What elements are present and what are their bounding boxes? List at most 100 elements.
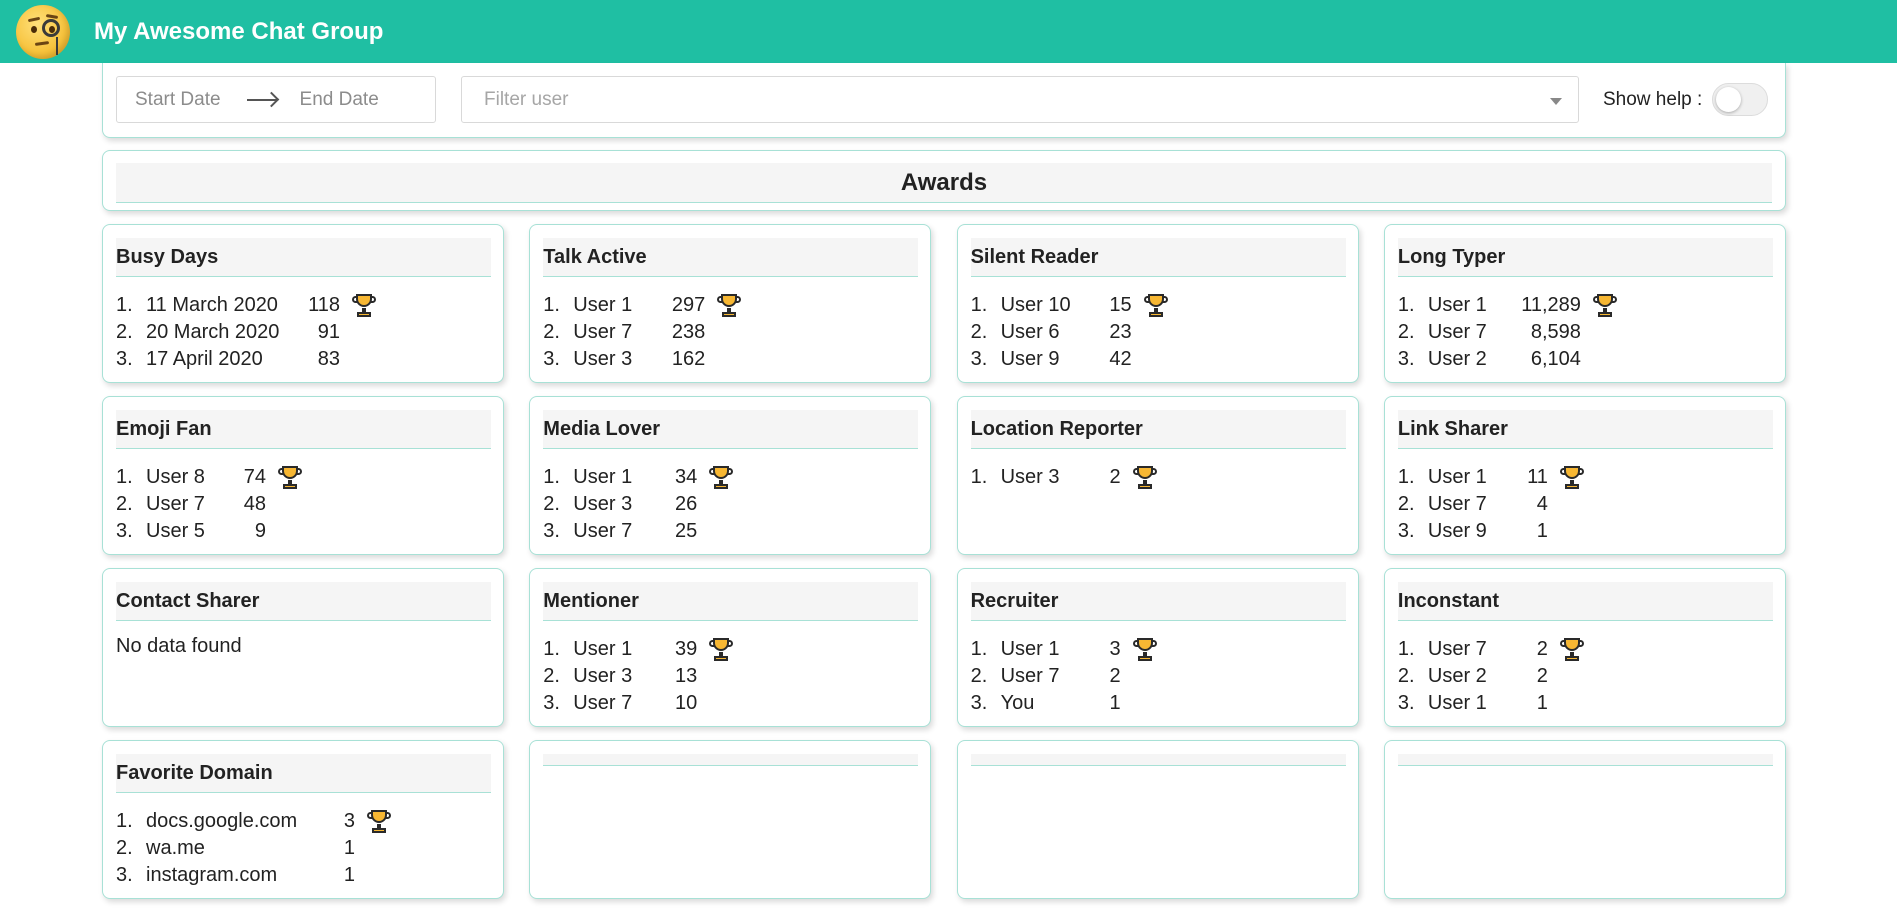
award-ranking-list: 1. User 1 297 2. User 7 238 3. User 3 162 xyxy=(543,292,742,373)
ranking-name: 17 April 2020 xyxy=(146,348,263,370)
ranking-row: 1. User 7 2 xyxy=(1398,636,1584,663)
ranking-position: 2. xyxy=(1397,321,1415,343)
ranking-value: 15 xyxy=(1109,294,1132,316)
award-ranking-list: 1. User 1 11,289 2. User 7 8,598 3. User 2 6,104 xyxy=(1398,292,1617,373)
ranking-value: 10 xyxy=(675,692,698,714)
ranking-name: wa.me xyxy=(146,837,205,859)
ranking-value: 1 xyxy=(343,864,355,886)
ranking-name: User 7 xyxy=(573,520,633,542)
ranking-name: User 5 xyxy=(146,520,205,542)
ranking-row: 3. User 2 6,104 xyxy=(1398,346,1617,373)
start-date-input[interactable]: Start Date xyxy=(135,89,221,111)
ranking-row: 1. docs.google.com 3 xyxy=(116,808,391,835)
ranking-row: 2. User 7 48 xyxy=(116,491,302,518)
ranking-row: 3. User 9 1 xyxy=(1398,518,1584,545)
show-help-toggle[interactable] xyxy=(1712,83,1769,116)
ranking-name: User 1 xyxy=(1000,638,1060,660)
ranking-value: 26 xyxy=(675,493,698,515)
ranking-position: 3. xyxy=(543,348,560,370)
award-card-title xyxy=(1397,754,1773,766)
award-card-title: Inconstant xyxy=(1397,582,1773,621)
app-title: My Awesome Chat Group xyxy=(94,17,384,45)
ranking-name: 20 March 2020 xyxy=(146,321,280,343)
ranking-position: 2. xyxy=(116,321,133,343)
ranking-name: User 7 xyxy=(1427,638,1487,660)
ranking-value: 25 xyxy=(675,520,698,542)
end-date-input[interactable]: End Date xyxy=(300,89,379,111)
ranking-name: 11 March 2020 xyxy=(146,294,278,316)
ranking-name: User 2 xyxy=(1427,348,1487,370)
ranking-row: 3. instagram.com 1 xyxy=(116,862,391,889)
ranking-value: 83 xyxy=(317,348,340,370)
ranking-row: 2. User 3 13 xyxy=(543,663,733,690)
ranking-position: 2. xyxy=(116,493,133,515)
ranking-position: 3. xyxy=(116,864,133,886)
ranking-name: User 2 xyxy=(1427,665,1487,687)
ranking-row: 1. User 1 34 xyxy=(543,464,734,491)
ranking-value: 91 xyxy=(317,321,340,343)
ranking-name: User 1 xyxy=(573,466,633,488)
ranking-position: 3. xyxy=(1397,692,1415,714)
ranking-position: 1. xyxy=(543,294,560,316)
award-card: Mentioner 1. User 1 39 2. User 3 13 3. User 7 10 xyxy=(529,568,932,727)
awards-section: Awards xyxy=(102,150,1786,211)
ranking-name: User 1 xyxy=(1427,692,1487,714)
ranking-value: 2 xyxy=(1536,638,1548,660)
empty-award-card xyxy=(529,740,932,899)
ranking-name: User 7 xyxy=(146,493,205,515)
ranking-value: 23 xyxy=(1109,321,1132,343)
ranking-row: 3. You 1 xyxy=(971,690,1157,717)
ranking-value: 297 xyxy=(671,294,706,316)
ranking-row: 3. User 1 1 xyxy=(1398,690,1584,717)
filter-user-select[interactable]: Filter user xyxy=(461,76,1579,123)
ranking-value: 162 xyxy=(671,348,706,370)
empty-award-card xyxy=(956,740,1359,899)
award-card-title xyxy=(970,754,1346,766)
ranking-position: 3. xyxy=(116,520,133,542)
award-card-title: Talk Active xyxy=(543,238,919,277)
ranking-value: 2 xyxy=(1109,665,1121,687)
ranking-value: 11 xyxy=(1527,466,1548,488)
ranking-value: 1 xyxy=(343,837,355,859)
ranking-value: 34 xyxy=(675,466,698,488)
ranking-name: User 1 xyxy=(573,294,633,316)
award-ranking-list: 1. docs.google.com 3 2. wa.me 1 3. instagram.co… xyxy=(116,808,391,889)
ranking-position: 1. xyxy=(116,294,133,316)
ranking-position: 3. xyxy=(116,348,133,370)
award-card: Favorite Domain 1. docs.google.com 3 2. wa.me… xyxy=(102,740,504,899)
ranking-position: 2. xyxy=(1397,665,1415,687)
award-card-title: Long Typer xyxy=(1397,238,1773,277)
trophy-icon xyxy=(717,293,742,318)
ranking-position: 1. xyxy=(970,294,988,316)
ranking-row: 1. 11 March 2020 118 xyxy=(116,292,376,319)
ranking-name: instagram.com xyxy=(146,864,278,886)
ranking-name: User 7 xyxy=(1427,493,1487,515)
ranking-row: 3. User 7 10 xyxy=(543,690,733,717)
ranking-name: User 7 xyxy=(573,321,633,343)
award-ranking-list: 1. User 10 15 2. User 6 23 3. User 9 42 xyxy=(971,292,1168,373)
ranking-value: 48 xyxy=(243,493,266,515)
ranking-position: 2. xyxy=(116,837,133,859)
awards-title: Awards xyxy=(116,163,1772,203)
award-card-title: Link Sharer xyxy=(1397,410,1773,449)
ranking-row: 3. User 5 9 xyxy=(116,518,302,545)
award-card: Emoji Fan 1. User 8 74 2. User 7 48 3. User 5 9 xyxy=(102,396,504,555)
ranking-name: docs.google.com xyxy=(146,810,298,832)
date-range-picker[interactable]: Start Date End Date xyxy=(116,76,436,123)
trophy-icon xyxy=(709,637,734,662)
ranking-row: 3. User 9 42 xyxy=(971,346,1168,373)
award-card: Busy Days 1. 11 March 2020 118 2. 20 March 20… xyxy=(102,224,504,383)
award-card-title: Recruiter xyxy=(970,582,1346,621)
chevron-down-icon[interactable] xyxy=(1550,98,1562,105)
award-card-title: Busy Days xyxy=(116,238,491,277)
ranking-position: 3. xyxy=(543,520,560,542)
ranking-value: 9 xyxy=(254,520,266,542)
ranking-position: 1. xyxy=(1397,294,1415,316)
award-card: Talk Active 1. User 1 297 2. User 7 238 3. User … xyxy=(529,224,932,383)
award-card: Inconstant 1. User 7 2 2. User 2 2 3. User 1 1 xyxy=(1383,568,1786,727)
award-card-title: Media Lover xyxy=(543,410,919,449)
ranking-value: 3 xyxy=(1109,638,1121,660)
ranking-row: 2. wa.me 1 xyxy=(116,835,391,862)
award-card: Long Typer 1. User 1 11,289 2. User 7 8,598 3. U… xyxy=(1383,224,1786,383)
ranking-name: User 3 xyxy=(573,348,633,370)
